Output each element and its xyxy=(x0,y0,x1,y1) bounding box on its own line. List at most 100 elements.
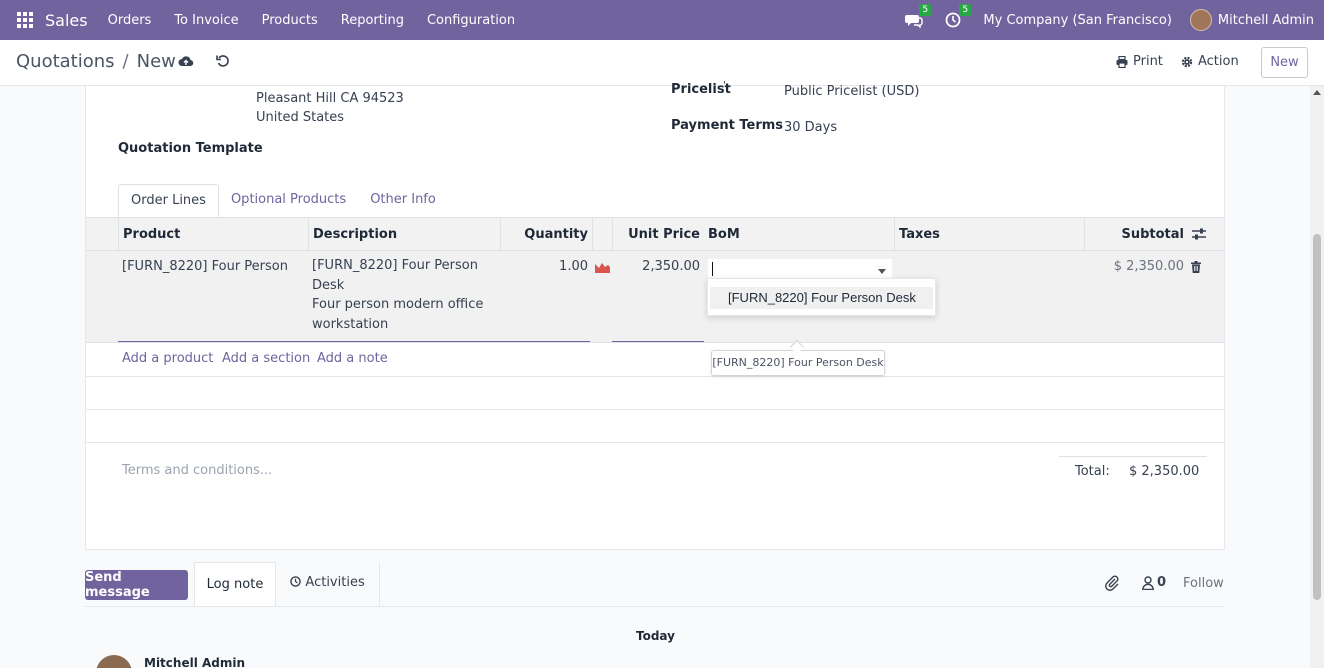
author-avatar[interactable] xyxy=(96,655,132,668)
row-description-line-3: Four person modern office xyxy=(312,297,484,312)
col-product[interactable]: Product xyxy=(118,218,308,251)
activities-button[interactable]: 5 xyxy=(945,4,972,28)
breadcrumb-separator: / xyxy=(122,51,129,72)
col-description[interactable]: Description xyxy=(308,218,500,251)
add-line-links: Add a product Add a section Add a note xyxy=(86,344,1224,377)
total-label: Total: xyxy=(1075,464,1110,479)
optional-columns-toggle[interactable] xyxy=(1188,218,1224,251)
date-separator: Today xyxy=(636,629,675,643)
col-quantity[interactable]: Quantity xyxy=(500,218,592,251)
activities-chatter-button[interactable]: Activities xyxy=(276,562,380,606)
breadcrumb-current: New xyxy=(136,51,176,72)
trash-icon xyxy=(1191,261,1201,273)
total-divider xyxy=(1059,456,1207,457)
add-product-link[interactable]: Add a product xyxy=(122,351,213,366)
print-icon xyxy=(1116,55,1128,68)
attachments-button[interactable] xyxy=(1105,575,1119,591)
col-unit-price[interactable]: Unit Price xyxy=(612,218,704,251)
payment-terms-label: Payment Terms xyxy=(671,118,784,133)
undo-icon xyxy=(216,55,229,67)
empty-row xyxy=(86,377,1224,410)
pricelist-field[interactable]: Public Pricelist (USD) xyxy=(784,84,919,99)
messages-button[interactable]: 5 xyxy=(905,4,932,28)
apps-menu-icon[interactable] xyxy=(17,12,33,28)
breadcrumb-quotations[interactable]: Quotations xyxy=(16,51,115,72)
follow-button[interactable]: Follow xyxy=(1183,576,1224,591)
user-menu[interactable]: Mitchell Admin xyxy=(1218,13,1314,28)
app-brand[interactable]: Sales xyxy=(45,11,88,30)
bom-autocomplete-dropdown: [FURN_8220] Four Person Desk xyxy=(707,278,936,316)
save-cloud-button[interactable] xyxy=(178,54,194,68)
send-message-button[interactable]: Send message xyxy=(85,570,188,600)
bom-option[interactable]: [FURN_8220] Four Person Desk xyxy=(710,287,933,309)
paperclip-icon xyxy=(1105,575,1119,591)
total-value: $ 2,350.00 xyxy=(1129,464,1200,479)
row-description-line-4: workstation xyxy=(312,316,389,332)
action-button[interactable]: Action xyxy=(1181,54,1239,69)
quotation-template-label: Quotation Template xyxy=(118,141,263,156)
new-button[interactable]: New xyxy=(1261,47,1308,78)
cloud-upload-icon xyxy=(178,56,194,67)
row-product[interactable]: [FURN_8220] Four Person De xyxy=(122,259,290,274)
col-taxes[interactable]: Taxes xyxy=(894,218,1084,251)
row-description[interactable]: [FURN_8220] Four Person Desk Four person… xyxy=(312,256,483,334)
menu-products[interactable]: Products xyxy=(262,13,318,28)
payment-terms-field[interactable]: 30 Days xyxy=(784,120,837,135)
col-subtotal[interactable]: Subtotal xyxy=(1084,218,1188,251)
forecast-button[interactable] xyxy=(595,261,610,273)
followers-count: 0 xyxy=(1157,575,1167,590)
terms-input[interactable]: Terms and conditions... xyxy=(122,463,272,478)
form-sheet: Pleasant Hill CA 94523 United States Quo… xyxy=(85,80,1225,550)
chatter-toolbar: Send message Log note Activities 0 Follo… xyxy=(0,562,1310,606)
row-product-underline xyxy=(118,341,590,342)
delete-line-button[interactable] xyxy=(1191,261,1201,273)
tab-optional-products[interactable]: Optional Products xyxy=(219,184,358,217)
col-bom[interactable]: BoM xyxy=(704,218,894,251)
scroll-up-arrow-icon[interactable] xyxy=(1313,90,1321,95)
table-row[interactable]: [FURN_8220] Four Person De [FURN_8220] F… xyxy=(86,251,1224,343)
print-button[interactable]: Print xyxy=(1116,54,1163,69)
activities-label: Activities xyxy=(305,575,365,590)
followers-button[interactable]: 0 xyxy=(1142,575,1166,590)
add-note-link[interactable]: Add a note xyxy=(317,351,388,366)
row-description-line-2: Desk xyxy=(312,277,345,293)
control-panel: Quotations / New Print Action New xyxy=(0,40,1324,86)
menu-to-invoice[interactable]: To Invoice xyxy=(174,13,238,28)
message-author[interactable]: Mitchell Admin xyxy=(144,656,245,668)
area-chart-icon xyxy=(595,263,610,273)
tooltip: [FURN_8220] Four Person Desk xyxy=(711,350,885,376)
discard-button[interactable] xyxy=(216,54,230,68)
customer-address-line-1: Pleasant Hill CA 94523 xyxy=(256,91,404,106)
row-quantity[interactable]: 1.00 xyxy=(534,259,588,274)
top-navbar: Sales Orders To Invoice Products Reporti… xyxy=(0,0,1324,40)
clock-icon xyxy=(290,576,302,587)
tab-other-info[interactable]: Other Info xyxy=(358,184,448,217)
row-unit-price[interactable]: 2,350.00 xyxy=(626,259,700,274)
menu-reporting[interactable]: Reporting xyxy=(341,13,404,28)
row-description-line-1: [FURN_8220] Four Person xyxy=(312,258,478,273)
menu-orders[interactable]: Orders xyxy=(108,13,152,28)
text-cursor xyxy=(712,262,713,276)
row-subtotal: $ 2,350.00 xyxy=(1113,259,1184,274)
empty-row xyxy=(86,410,1224,443)
add-section-link[interactable]: Add a section xyxy=(222,351,310,366)
user-icon xyxy=(1142,575,1154,590)
col-forecast xyxy=(592,218,612,251)
menu-configuration[interactable]: Configuration xyxy=(427,13,515,28)
chatter-divider xyxy=(85,606,1225,607)
pricelist-label: Pricelist xyxy=(671,82,731,97)
company-switcher[interactable]: My Company (San Francisco) xyxy=(983,13,1171,28)
notebook-tabs: Order Lines Optional Products Other Info xyxy=(118,184,448,217)
messages-badge: 5 xyxy=(919,4,932,16)
user-avatar[interactable] xyxy=(1189,9,1212,31)
gear-icon xyxy=(1181,56,1193,67)
required-mark: ' xyxy=(723,80,726,91)
print-label: Print xyxy=(1133,54,1163,69)
activities-badge: 5 xyxy=(959,4,972,16)
log-note-button[interactable]: Log note xyxy=(194,562,276,606)
tab-order-lines[interactable]: Order Lines xyxy=(118,184,219,217)
customer-address-line-2: United States xyxy=(256,110,345,125)
chevron-down-icon[interactable] xyxy=(878,269,886,274)
scrollbar-thumb[interactable] xyxy=(1313,234,1321,600)
table-header: Product Description Quantity Unit Price … xyxy=(86,217,1224,251)
